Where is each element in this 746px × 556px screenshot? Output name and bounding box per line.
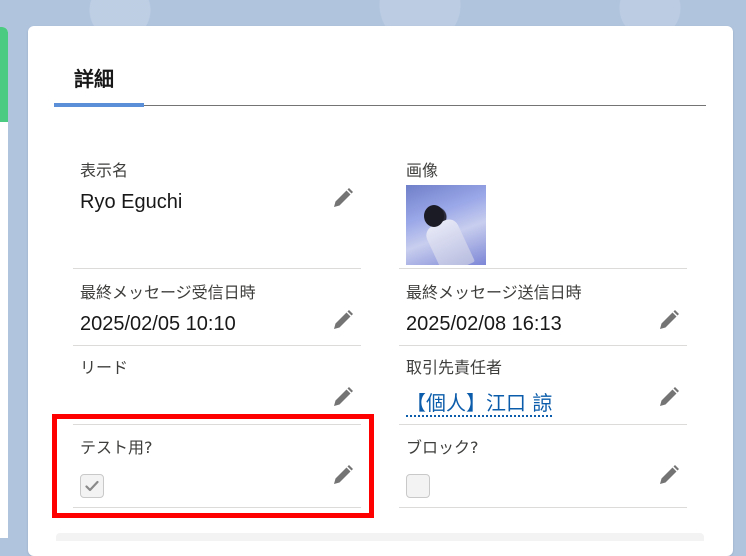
edit-account-owner-pencil-icon[interactable]	[657, 385, 681, 409]
highlight-box	[52, 414, 374, 518]
blocked-checkbox[interactable]	[406, 474, 430, 498]
blocked-label: ブロック?	[406, 438, 479, 457]
field-divider	[399, 268, 687, 269]
field-divider	[73, 345, 361, 346]
field-divider	[399, 507, 687, 508]
last-received-label: 最終メッセージ受信日時	[80, 283, 256, 302]
edit-lead-pencil-icon[interactable]	[331, 385, 355, 409]
field-divider	[73, 268, 361, 269]
photo-head	[424, 205, 444, 227]
lead-label: リード	[80, 358, 129, 377]
field-divider	[399, 345, 687, 346]
field-divider	[399, 424, 687, 425]
edit-blocked-pencil-icon[interactable]	[657, 463, 681, 487]
edit-last-sent-pencil-icon[interactable]	[657, 308, 681, 332]
profile-photo	[406, 185, 486, 265]
display-name-label: 表示名	[80, 161, 129, 180]
edit-display-name-pencil-icon[interactable]	[331, 186, 355, 210]
last-sent-label: 最終メッセージ送信日時	[406, 283, 582, 302]
account-owner-link[interactable]: 【個人】江口 諒	[406, 392, 553, 417]
tab-details[interactable]: 詳細	[74, 63, 114, 92]
edit-last-received-pencil-icon[interactable]	[331, 308, 355, 332]
account-owner-label: 取引先責任者	[406, 358, 503, 377]
last-sent-value: 2025/02/08 16:13	[406, 313, 562, 335]
tab-active-indicator	[54, 103, 144, 107]
display-name-value: Ryo Eguchi	[80, 191, 183, 213]
left-panel-accent	[0, 27, 8, 122]
image-label: 画像	[406, 161, 439, 180]
tab-divider	[54, 105, 706, 106]
next-section-strip	[56, 533, 704, 541]
last-received-value: 2025/02/05 10:10	[80, 313, 236, 335]
